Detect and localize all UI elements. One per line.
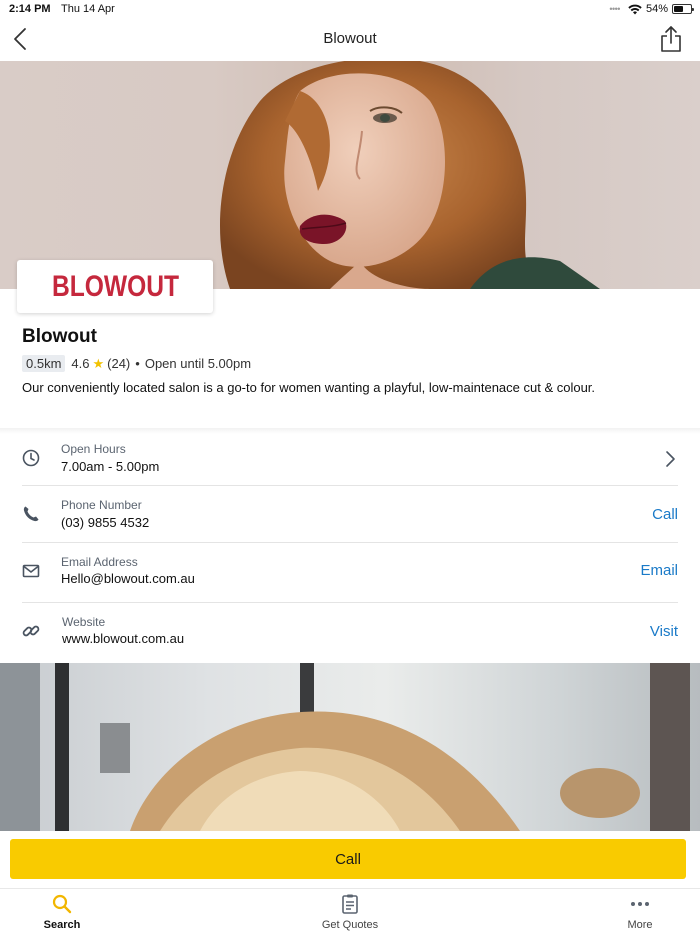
rating-value: 4.6	[71, 356, 90, 371]
hero-image	[0, 61, 700, 289]
nav-bar: Blowout	[0, 20, 700, 61]
wifi-icon	[628, 4, 642, 14]
signal-icon: ••••	[609, 4, 620, 14]
call-bar: Call	[0, 831, 700, 888]
phone-label: Phone Number	[61, 498, 142, 512]
tab-get-quotes-label: Get Quotes	[321, 919, 379, 931]
phone-value: (03) 9855 4532	[61, 515, 150, 530]
open-hours-row[interactable]: Open Hours 7.00am - 5.00pm	[0, 434, 700, 486]
chevron-right-icon[interactable]	[664, 449, 678, 469]
tab-more[interactable]: More	[595, 893, 685, 931]
review-count[interactable]: (24)	[107, 356, 130, 371]
share-icon[interactable]	[658, 25, 684, 53]
battery-icon	[672, 4, 694, 14]
page-title: Blowout	[323, 30, 377, 47]
tab-more-label: More	[627, 919, 653, 931]
tab-search-label: Search	[43, 919, 81, 931]
star-icon: ★	[92, 355, 105, 371]
call-button[interactable]: Call	[10, 839, 686, 879]
distance-badge: 0.5km	[22, 355, 66, 372]
status-time: 2:14 PM	[9, 3, 51, 15]
hero-portrait-illustration	[220, 61, 600, 289]
salon-photo	[0, 663, 700, 831]
call-link[interactable]: Call	[652, 506, 678, 523]
business-meta: 0.5km 4.6 ★ (24) • Open until 5.00pm	[22, 354, 251, 373]
clipboard-icon	[342, 894, 358, 914]
status-indicators: •••• 54%	[609, 3, 694, 15]
tab-get-quotes[interactable]: Get Quotes	[305, 893, 395, 931]
visit-link[interactable]: Visit	[650, 623, 678, 640]
meta-separator: •	[135, 356, 140, 371]
business-name: Blowout	[22, 326, 97, 347]
website-value: www.blowout.com.au	[62, 631, 185, 646]
business-logo: BLOWOUT	[51, 269, 179, 303]
business-logo-card: BLOWOUT	[17, 260, 213, 313]
battery-fill	[674, 6, 683, 12]
search-icon	[52, 894, 72, 914]
open-hours-label: Open Hours	[61, 442, 126, 456]
battery-percent: 54%	[645, 3, 668, 15]
link-icon	[22, 625, 40, 637]
more-icon	[631, 902, 649, 906]
email-value: Hello@blowout.com.au	[61, 571, 195, 586]
open-status: Open until 5.00pm	[144, 356, 252, 371]
open-hours-value: 7.00am - 5.00pm	[61, 459, 160, 474]
website-row: Website www.blowout.com.au Visit	[0, 603, 700, 663]
status-date: Thu 14 Apr	[61, 3, 115, 15]
website-label: Website	[62, 615, 106, 629]
tab-bar: Search Get Quotes More	[0, 888, 700, 934]
tab-search[interactable]: Search	[17, 893, 107, 931]
email-row: Email Address Hello@blowout.com.au Email	[0, 543, 700, 603]
email-label: Email Address	[61, 555, 138, 569]
phone-icon	[23, 506, 39, 522]
business-description: Our conveniently located salon is a go-t…	[22, 380, 596, 395]
salon-photo-illustration	[0, 663, 690, 831]
email-link[interactable]: Email	[640, 562, 678, 579]
clock-icon	[22, 449, 40, 467]
phone-row: Phone Number (03) 9855 4532 Call	[0, 486, 700, 543]
status-bar: 2:14 PM Thu 14 Apr •••• 54%	[0, 0, 700, 20]
envelope-icon	[22, 564, 40, 578]
